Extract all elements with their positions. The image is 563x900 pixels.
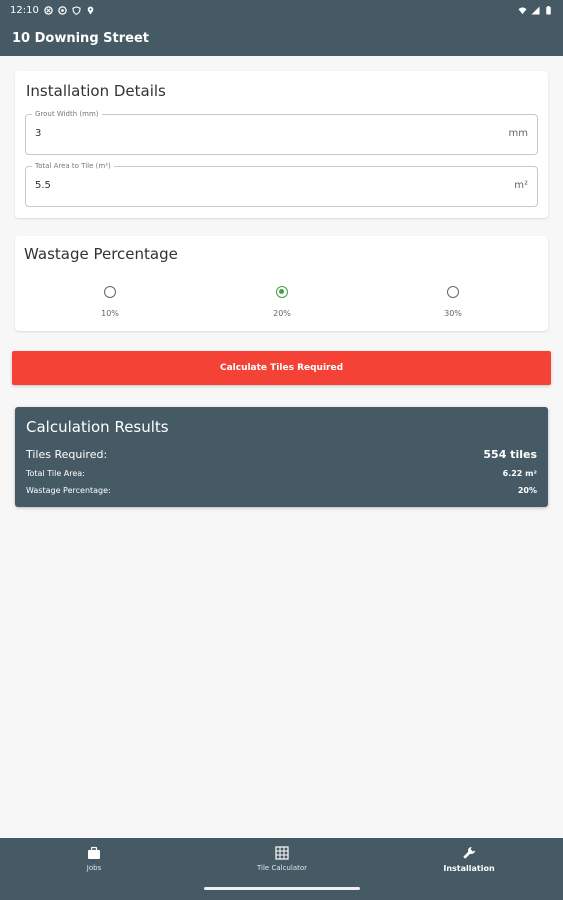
- radio-label: 30%: [444, 309, 462, 318]
- status-bar: 12:10: [0, 0, 563, 20]
- total-area-value[interactable]: 5.5: [35, 180, 51, 191]
- tiles-required-value: 554 tiles: [483, 448, 537, 461]
- grout-width-field[interactable]: Grout Width (mm) 3 mm: [25, 109, 538, 155]
- notification-icon: [44, 5, 53, 15]
- wastage-percentage-value: 20%: [517, 486, 537, 495]
- wastage-percentage-row: Wastage Percentage: 20%: [26, 486, 537, 495]
- nav-item-tile-calculator[interactable]: Tile Calculator: [222, 846, 342, 872]
- briefcase-icon: [88, 846, 100, 859]
- status-time: 12:10: [10, 4, 39, 16]
- total-tile-area-value: 6.22 m²: [502, 469, 537, 478]
- shield-icon: [72, 5, 81, 15]
- radio-button[interactable]: [447, 286, 459, 298]
- sync-icon: [58, 5, 67, 15]
- wastage-percentage-title: Wastage Percentage: [24, 245, 178, 263]
- battery-icon: [546, 5, 551, 15]
- calculation-results-title: Calculation Results: [26, 418, 169, 436]
- nav-item-installation[interactable]: Installation: [409, 846, 529, 873]
- radio-button[interactable]: [104, 286, 116, 298]
- app-bar-title: 10 Downing Street: [12, 30, 149, 46]
- calculate-tiles-button[interactable]: Calculate Tiles Required: [12, 351, 551, 385]
- wastage-option-20[interactable]: 20%: [252, 286, 312, 318]
- nav-label-jobs: Jobs: [86, 864, 102, 872]
- wastage-percentage-label: Wastage Percentage:: [26, 486, 111, 495]
- nav-item-jobs[interactable]: Jobs: [34, 846, 154, 872]
- total-area-label: Total Area to Tile (m²): [32, 161, 114, 171]
- location-icon: [87, 6, 94, 15]
- wastage-option-30[interactable]: 30%: [423, 286, 483, 318]
- bottom-navigation: Jobs Tile Calculator Installation: [0, 838, 563, 900]
- wastage-percentage-card: Wastage Percentage 10% 20% 30%: [15, 236, 548, 331]
- wifi-icon: [518, 6, 527, 14]
- wrench-icon: [463, 847, 475, 859]
- total-area-suffix: m²: [514, 180, 528, 191]
- installation-details-card: Installation Details Grout Width (mm) 3 …: [15, 71, 548, 218]
- status-left: 12:10: [10, 5, 95, 16]
- radio-button-selected[interactable]: [276, 286, 288, 298]
- grout-width-value[interactable]: 3: [35, 128, 41, 139]
- status-right: [518, 5, 553, 15]
- total-area-field[interactable]: Total Area to Tile (m²) 5.5 m²: [25, 161, 538, 207]
- tiles-required-row: Tiles Required: 554 tiles: [26, 448, 537, 461]
- total-tile-area-label: Total Tile Area:: [26, 469, 85, 478]
- signal-icon: [531, 5, 540, 15]
- app-bar: 10 Downing Street: [0, 20, 563, 56]
- nav-label-installation: Installation: [443, 864, 495, 873]
- nav-label-tile-calculator: Tile Calculator: [256, 864, 308, 872]
- tiles-required-label: Tiles Required:: [26, 448, 108, 461]
- grout-width-suffix: mm: [508, 128, 528, 139]
- wastage-option-10[interactable]: 10%: [80, 286, 140, 318]
- home-indicator[interactable]: [204, 887, 360, 890]
- radio-label: 10%: [101, 309, 119, 318]
- grout-width-label: Grout Width (mm): [32, 109, 102, 119]
- installation-details-title: Installation Details: [26, 82, 166, 100]
- calculation-results-card: Calculation Results Tiles Required: 554 …: [15, 407, 548, 507]
- grid-icon: [275, 846, 289, 860]
- total-tile-area-row: Total Tile Area: 6.22 m²: [26, 469, 537, 478]
- radio-label: 20%: [273, 309, 291, 318]
